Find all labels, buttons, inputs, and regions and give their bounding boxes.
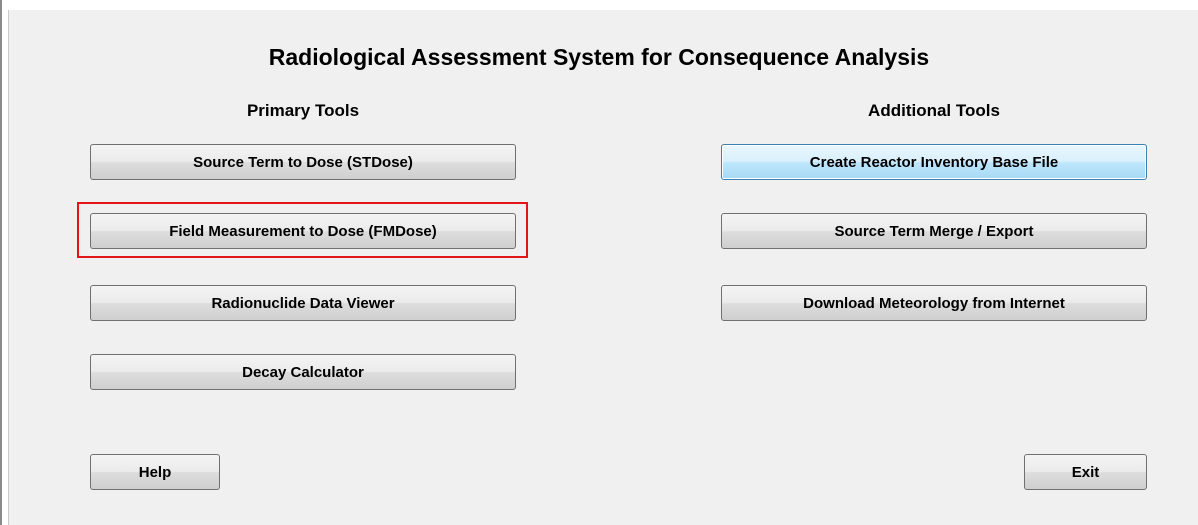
help-button[interactable]: Help	[90, 454, 220, 490]
window-left-edge	[0, 0, 2, 525]
page-title: Radiological Assessment System for Conse…	[268, 44, 930, 70]
radionuclide-data-viewer-button[interactable]: Radionuclide Data Viewer	[90, 285, 516, 321]
main-window	[8, 10, 1198, 525]
fmdose-button[interactable]: Field Measurement to Dose (FMDose)	[90, 213, 516, 249]
exit-button[interactable]: Exit	[1024, 454, 1147, 490]
create-reactor-inventory-button[interactable]: Create Reactor Inventory Base File	[721, 144, 1147, 180]
stdose-button[interactable]: Source Term to Dose (STDose)	[90, 144, 516, 180]
decay-calculator-button[interactable]: Decay Calculator	[90, 354, 516, 390]
primary-tools-heading: Primary Tools	[246, 101, 360, 120]
download-meteorology-button[interactable]: Download Meteorology from Internet	[721, 285, 1147, 321]
source-term-merge-export-button[interactable]: Source Term Merge / Export	[721, 213, 1147, 249]
additional-tools-heading: Additional Tools	[868, 101, 1000, 120]
